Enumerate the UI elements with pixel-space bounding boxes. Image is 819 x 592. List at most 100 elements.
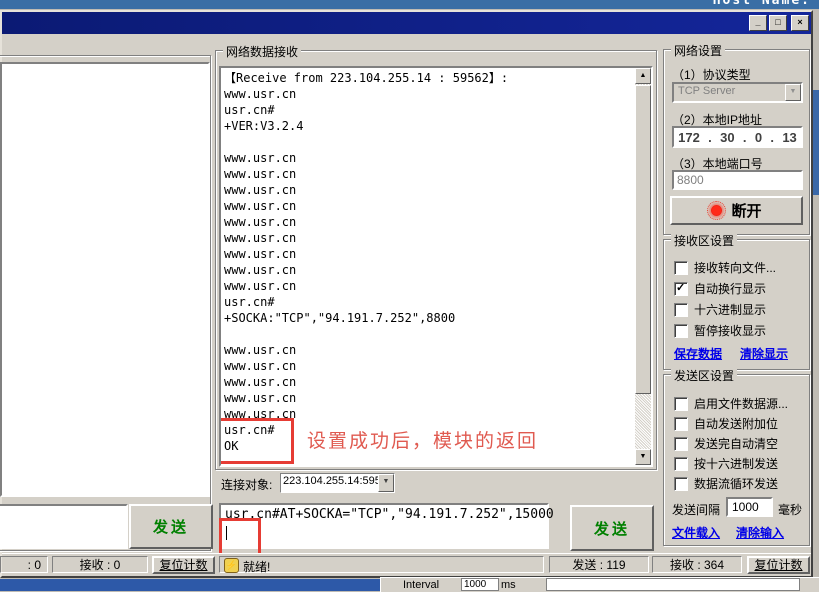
network-receive-title: 网络数据接收: [223, 43, 301, 60]
checkbox-icon[interactable]: [674, 417, 688, 431]
background-taskbar-strip: [0, 579, 380, 591]
ip-octet[interactable]: 172: [678, 130, 700, 145]
remote-desktop-bar: Host Name:: [0, 0, 819, 9]
network-send-label: 发送: [594, 518, 630, 539]
checkbox-label: 暂停接收显示: [694, 322, 766, 339]
checkbox-icon[interactable]: [674, 261, 688, 275]
send-settings-group: 发送区设置 启用文件数据源... 自动发送附加位 发送完自动清空 按十六进制发送…: [663, 374, 810, 546]
load-file-link[interactable]: 文件载入: [672, 524, 720, 541]
checkbox-label: 按十六进制发送: [694, 455, 778, 472]
annotation-box-log: [219, 418, 294, 464]
background-window-sliver: [813, 90, 819, 195]
checkbox-icon[interactable]: [674, 324, 688, 338]
log-line: www.usr.cn: [224, 246, 633, 262]
connection-value: 223.104.255.14:595: [281, 474, 378, 492]
checkbox-icon[interactable]: [674, 457, 688, 471]
log-lines: 【Receive from 223.104.255.14 : 59562】: w…: [224, 70, 633, 454]
disconnect-button[interactable]: 断开: [670, 196, 803, 225]
screen: { "desktop": { "host_label": "Host Name:…: [0, 0, 819, 591]
scroll-up-icon[interactable]: ▲: [635, 68, 651, 84]
protocol-type-value: TCP Server: [674, 84, 785, 101]
checkbox-file-data-source[interactable]: 启用文件数据源...: [674, 396, 788, 411]
status-sent-right: 发送 : 119: [549, 556, 649, 573]
log-scrollbar[interactable]: ▲ ▼: [635, 68, 651, 465]
checkbox-loop-send[interactable]: 数据流循环发送: [674, 476, 778, 491]
serial-receive-box[interactable]: [0, 62, 210, 497]
log-line: www.usr.cn: [224, 342, 633, 358]
send-interval-input[interactable]: 1000: [726, 497, 773, 517]
checkbox-label: 发送完自动清空: [694, 435, 778, 452]
scrollbar-thumb[interactable]: [635, 85, 651, 394]
save-data-link[interactable]: 保存数据: [674, 345, 722, 362]
checkbox-icon[interactable]: [674, 477, 688, 491]
log-line: +SOCKA:"TCP","94.191.7.252",8800: [224, 310, 633, 326]
log-line: www.usr.cn: [224, 86, 633, 102]
app-window: _ □ × 发送 网络数据接收 【Receive from 223.104.25…: [0, 10, 813, 578]
maximize-icon[interactable]: □: [769, 15, 787, 31]
checkbox-hex-display[interactable]: 十六进制显示: [674, 302, 766, 317]
checkbox-label: 自动换行显示: [694, 280, 766, 297]
log-line: www.usr.cn: [224, 278, 633, 294]
annotation-box-input: [219, 518, 261, 558]
background-input-fragment: [546, 578, 800, 591]
status-recv-right: 接收 : 364: [652, 556, 742, 573]
ip-dot: .: [708, 130, 712, 145]
log-line: www.usr.cn: [224, 214, 633, 230]
interval-unit-label: ms: [501, 579, 516, 591]
checkbox-icon[interactable]: [674, 397, 688, 411]
send-settings-title: 发送区设置: [671, 367, 737, 384]
status-recv-left: 接收 : 0: [52, 556, 148, 573]
checkbox-checked-icon[interactable]: [674, 282, 688, 296]
network-settings-title: 网络设置: [671, 42, 725, 59]
ip-dot: .: [770, 130, 774, 145]
receive-settings-title: 接收区设置: [671, 232, 737, 249]
log-line: www.usr.cn: [224, 262, 633, 278]
status-bar: : 0 接收 : 0 复位计数 ⚡ 就绪! 发送 : 119 接收 : 364 …: [2, 553, 811, 575]
receive-settings-group: 接收区设置 接收转向文件... 自动换行显示 十六进制显示 暂停接收显示 保存数…: [663, 239, 810, 370]
minimize-icon[interactable]: _: [749, 15, 767, 31]
network-send-input[interactable]: usr.cn#AT+SOCKA="TCP","94.191.7.252",150…: [219, 503, 549, 549]
local-port-field[interactable]: 8800: [672, 170, 803, 190]
log-line: usr.cn#: [224, 294, 633, 310]
chevron-down-icon[interactable]: ▼: [378, 474, 394, 492]
checkbox-label: 启用文件数据源...: [694, 395, 788, 412]
ip-octet[interactable]: 30: [720, 130, 734, 145]
checkbox-auto-wrap[interactable]: 自动换行显示: [674, 281, 766, 296]
annotation-note: 设置成功后，模块的返回: [307, 426, 538, 453]
network-settings-group: 网络设置 （1）协议类型 TCP Server ▼ （2）本地IP地址 172.…: [663, 49, 810, 235]
log-line: +VER:V3.2.4: [224, 118, 633, 134]
serial-send-label: 发送: [153, 516, 189, 537]
close-icon[interactable]: ×: [791, 15, 809, 31]
checkbox-auto-send-extra[interactable]: 自动发送附加位: [674, 416, 778, 431]
checkbox-receive-to-file[interactable]: 接收转向文件...: [674, 260, 776, 275]
checkbox-icon[interactable]: [674, 303, 688, 317]
checkbox-icon[interactable]: [674, 437, 688, 451]
network-send-button[interactable]: 发送: [570, 505, 654, 551]
ready-text: 就绪!: [243, 558, 270, 575]
checkbox-send-as-hex[interactable]: 按十六进制发送: [674, 456, 778, 471]
title-bar[interactable]: _ □ ×: [2, 12, 811, 34]
connection-combo[interactable]: 223.104.255.14:595 ▼: [280, 473, 395, 493]
network-receive-log[interactable]: 【Receive from 223.104.255.14 : 59562】: w…: [219, 66, 653, 467]
interval-label: Interval: [403, 579, 439, 591]
disconnect-label: 断开: [731, 200, 761, 221]
ip-octet[interactable]: 13: [782, 130, 796, 145]
clear-display-link[interactable]: 清除显示: [740, 345, 788, 362]
log-line: usr.cn#: [224, 102, 633, 118]
protocol-type-combo: TCP Server ▼: [672, 82, 803, 103]
ip-octet[interactable]: 0: [755, 130, 762, 145]
clear-input-link[interactable]: 清除输入: [736, 524, 784, 541]
network-send-value: usr.cn#AT+SOCKA="TCP","94.191.7.252",150…: [225, 507, 554, 522]
log-line: www.usr.cn: [224, 358, 633, 374]
scroll-down-icon[interactable]: ▼: [635, 449, 651, 465]
checkbox-pause-receive[interactable]: 暂停接收显示: [674, 323, 766, 338]
log-line: www.usr.cn: [224, 150, 633, 166]
interval-value-box: 1000: [461, 578, 499, 591]
serial-send-input[interactable]: [0, 504, 128, 549]
status-left-count: : 0: [0, 556, 48, 573]
local-ip-field[interactable]: 172.30.0.13: [672, 126, 803, 148]
serial-send-button[interactable]: 发送: [129, 504, 213, 549]
reset-count-left-button[interactable]: 复位计数: [152, 556, 215, 574]
checkbox-clear-after-send[interactable]: 发送完自动清空: [674, 436, 778, 451]
reset-count-right-button[interactable]: 复位计数: [747, 556, 810, 574]
